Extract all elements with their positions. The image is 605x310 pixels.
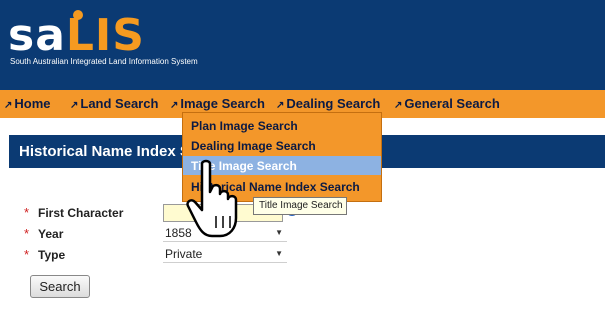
- chevron-down-icon: ▼: [275, 228, 283, 237]
- arrow-icon: ↗: [394, 100, 403, 111]
- type-select[interactable]: Private ▼: [163, 246, 287, 263]
- arrow-icon: ↗: [170, 100, 179, 111]
- nav-home[interactable]: ↗ Home: [4, 96, 51, 111]
- sailis-logo[interactable]: saLIS: [8, 14, 145, 58]
- arrow-icon: ↗: [70, 100, 79, 111]
- nav-general-search[interactable]: ↗ General Search: [394, 96, 500, 111]
- arrow-icon: ↗: [4, 100, 13, 111]
- chevron-down-icon: ▼: [275, 249, 283, 258]
- site-tagline: South Australian Integrated Land Informa…: [10, 57, 198, 66]
- nav-dealing-search[interactable]: ↗ Dealing Search: [276, 96, 380, 111]
- required-marker: *: [24, 205, 30, 220]
- first-character-label: First Character: [38, 206, 124, 220]
- year-label: Year: [38, 227, 64, 241]
- nav-image-search[interactable]: ↗ Image Search: [170, 96, 265, 111]
- nav-land-search[interactable]: ↗ Land Search: [70, 96, 158, 111]
- hand-pointer-icon: [186, 159, 238, 238]
- type-value: Private: [165, 247, 203, 261]
- arrow-icon: ↗: [276, 100, 285, 111]
- menu-item-dealing-image-search[interactable]: Dealing Image Search: [183, 136, 381, 155]
- logo-dot: [73, 10, 83, 20]
- search-button[interactable]: Search: [30, 275, 90, 298]
- site-header: saLIS South Australian Integrated Land I…: [0, 0, 605, 90]
- type-label: Type: [38, 248, 66, 262]
- required-marker: *: [24, 226, 30, 241]
- menu-item-plan-image-search[interactable]: Plan Image Search: [183, 116, 381, 135]
- required-marker: *: [24, 247, 30, 262]
- tooltip: Title Image Search: [253, 197, 347, 215]
